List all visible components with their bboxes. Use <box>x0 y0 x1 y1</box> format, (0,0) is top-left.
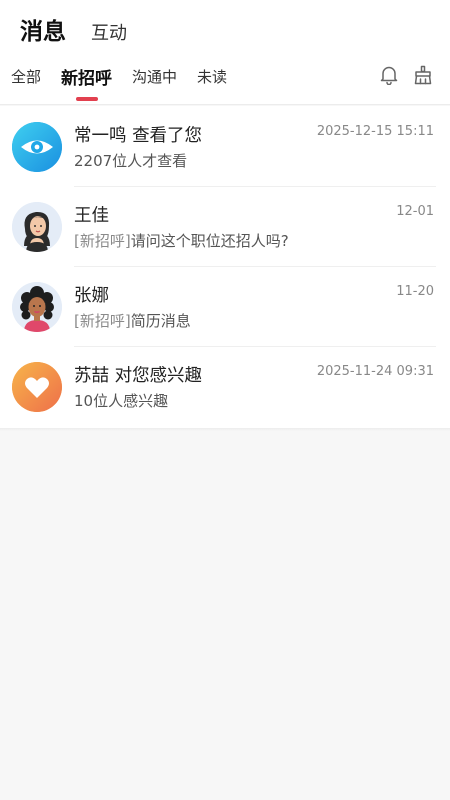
eye-icon <box>12 122 62 172</box>
message-title: 常一鸣 查看了您 <box>74 126 203 146</box>
avatar <box>12 362 62 412</box>
message-preview: 10位人感兴趣 <box>74 390 168 411</box>
new-greeting-tag: [新招呼] <box>74 312 131 330</box>
avatar <box>12 202 62 252</box>
message-time: 2025-12-15 15:11 <box>316 124 434 139</box>
active-tab-indicator <box>75 97 98 101</box>
list-item[interactable]: 张娜 [新招呼]简历消息 11-20 <box>0 266 450 346</box>
list-item[interactable]: 常一鸣 查看了您 2207位人才查看 2025-12-15 15:11 <box>0 106 450 186</box>
message-preview: [新招呼]请问这个职位还招人吗? <box>74 230 289 251</box>
broom-icon[interactable] <box>412 64 434 86</box>
heart-icon <box>12 362 62 412</box>
new-greeting-tag: [新招呼] <box>74 232 131 250</box>
top-actions <box>366 64 434 86</box>
filter-tabs: 全部 新招呼 沟通中 未读 <box>11 64 247 101</box>
message-list: 常一鸣 查看了您 2207位人才查看 2025-12-15 15:11 王佳 [… <box>0 106 450 428</box>
top-bar: 消息 互动 全部 新招呼 沟通中 未读 <box>0 0 450 105</box>
main-tabs: 消息 互动 <box>20 12 127 46</box>
filter-tab-unread[interactable]: 未读 <box>197 66 227 87</box>
message-time: 2025-11-24 09:31 <box>316 364 434 379</box>
filter-tab-new-greetings[interactable]: 新招呼 <box>61 64 113 101</box>
message-title: 王佳 <box>74 206 109 226</box>
preview-text: 请问这个职位还招人吗? <box>130 232 289 250</box>
filter-tab-label: 新招呼 <box>61 69 113 89</box>
filter-tab-all[interactable]: 全部 <box>11 66 41 87</box>
preview-text: 2207位人才查看 <box>74 152 188 170</box>
message-time: 11-20 <box>396 284 434 299</box>
list-item[interactable]: 王佳 [新招呼]请问这个职位还招人吗? 12-01 <box>0 186 450 266</box>
message-title: 张娜 <box>74 286 109 306</box>
list-divider <box>0 428 450 431</box>
avatar <box>12 282 62 332</box>
message-title: 苏喆 对您感兴趣 <box>74 366 203 386</box>
message-preview: [新招呼]简历消息 <box>74 310 191 331</box>
filter-tab-communicating[interactable]: 沟通中 <box>132 66 177 87</box>
bell-icon[interactable] <box>378 64 400 86</box>
avatar <box>12 122 62 172</box>
woman-curly-avatar <box>12 282 62 332</box>
preview-text: 10位人感兴趣 <box>74 392 169 410</box>
preview-text: 简历消息 <box>130 312 191 330</box>
tab-messages[interactable]: 消息 <box>20 12 66 46</box>
tab-interactions[interactable]: 互动 <box>91 19 127 45</box>
woman-avatar <box>12 202 62 252</box>
list-item[interactable]: 苏喆 对您感兴趣 10位人感兴趣 2025-11-24 09:31 <box>0 346 450 426</box>
message-time: 12-01 <box>396 204 434 219</box>
message-preview: 2207位人才查看 <box>74 150 187 171</box>
